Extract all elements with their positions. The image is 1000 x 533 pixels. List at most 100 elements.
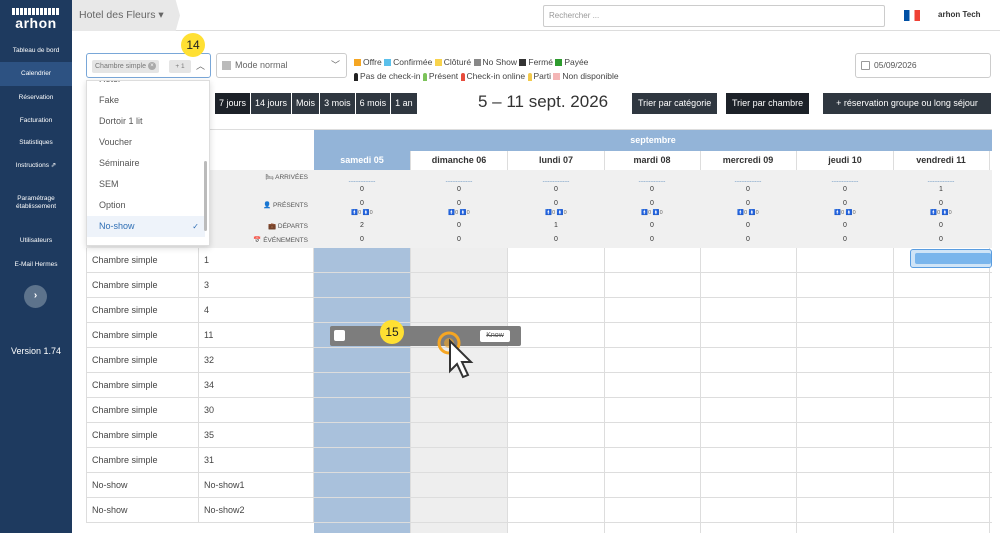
room-number: No-show2 xyxy=(199,498,314,523)
day-header[interactable]: samedi 05 xyxy=(314,151,411,170)
room-row: Chambre simple 31 xyxy=(86,448,992,473)
legend-swatch xyxy=(553,73,561,81)
step-badge-15: 15 xyxy=(380,320,404,344)
arhon-logo[interactable]: arhon xyxy=(12,8,60,31)
present-count: 0 xyxy=(843,200,847,207)
events-count: 0 xyxy=(939,236,943,243)
sidebar-item-reservation[interactable]: Réservation xyxy=(0,94,72,102)
dropdown-option[interactable]: Hôtel xyxy=(87,81,205,90)
legend-swatch xyxy=(384,59,392,67)
legend-label: Confirmée xyxy=(393,57,433,67)
arrivals-count: 0 xyxy=(650,186,654,193)
day-header[interactable]: mercredi 09 xyxy=(700,151,797,170)
sidebar-item-dashboard[interactable]: Tableau de bord xyxy=(0,47,72,55)
legend-item: Fermé xyxy=(519,57,555,67)
sidebar-item-instructions[interactable]: Instructions ⇗ xyxy=(0,162,72,170)
settings-label-1: Paramétrage xyxy=(17,195,55,202)
sidebar-item-billing[interactable]: Facturation xyxy=(0,117,72,125)
mode-select[interactable]: Mode normal ﹀ xyxy=(216,53,347,78)
legend-swatch xyxy=(519,59,527,67)
arrivals-link[interactable]: ---------------- xyxy=(604,180,700,185)
dropdown-option[interactable]: Option xyxy=(87,195,205,216)
room-number: 11 xyxy=(199,323,314,348)
arrivals-link[interactable]: ---------------- xyxy=(411,180,507,185)
expand-sidebar-button[interactable]: › xyxy=(24,285,47,308)
room-row: No-show No-show2 xyxy=(86,498,992,523)
dropdown-option[interactable]: Fake xyxy=(87,90,205,111)
day-header[interactable]: vendredi 11 xyxy=(893,151,990,170)
arrivals-link[interactable]: ---------------- xyxy=(700,180,796,185)
sidebar-item-users[interactable]: Utilisateurs xyxy=(0,237,72,245)
dragged-item[interactable]: Know xyxy=(330,326,521,346)
dropdown-option[interactable]: No-show ✓ xyxy=(87,216,205,237)
legend-swatch xyxy=(354,59,361,67)
day-header[interactable]: jeudi 10 xyxy=(797,151,894,170)
present-split: 🚹0 🚺0 xyxy=(448,210,470,216)
room-category: Chambre simple xyxy=(86,423,199,448)
sort-by-category-button[interactable]: Trier par catégorie xyxy=(632,93,718,114)
tab-1-year[interactable]: 1 an xyxy=(391,93,417,114)
tab-3-months[interactable]: 3 mois xyxy=(320,93,355,114)
room-number: 32 xyxy=(199,348,314,373)
dropdown-option[interactable]: Voucher xyxy=(87,132,205,153)
sidebar-item-calendar[interactable]: Calendrier xyxy=(0,62,72,86)
category-tag-label: Chambre simple xyxy=(95,63,146,70)
present-count: 0 xyxy=(360,200,364,207)
logo-top xyxy=(12,8,60,15)
chevron-up-icon[interactable]: ︿ xyxy=(196,59,205,72)
group-reservation-button[interactable]: + réservation groupe ou long séjour xyxy=(823,93,991,114)
sort-by-room-button[interactable]: Trier par chambre xyxy=(726,93,810,114)
search-input[interactable]: Rechercher ... xyxy=(543,5,885,27)
day-header[interactable]: dimanche 06 xyxy=(411,151,508,170)
day-header[interactable]: mardi 08 xyxy=(604,151,701,170)
tab-7-days[interactable]: 7 jours xyxy=(215,93,251,114)
legend-item: Non disponible xyxy=(553,71,619,81)
room-category: Chambre simple xyxy=(86,373,199,398)
arrivals-link[interactable]: ---------------- xyxy=(314,180,410,185)
hotel-name: Hotel des Fleurs xyxy=(79,9,156,21)
events-count: 0 xyxy=(457,236,461,243)
user-name[interactable]: arhon Tech xyxy=(938,10,981,19)
know-tag: Know xyxy=(480,330,510,342)
departures-label-text: DÉPARTS xyxy=(277,223,308,230)
tab-6-months[interactable]: 6 mois xyxy=(355,93,391,114)
category-dropdown: HôtelFakeDortoir 1 litVoucherSéminaireSE… xyxy=(86,80,210,246)
more-count-badge: + 1 xyxy=(169,60,191,73)
calendar-icon xyxy=(861,61,870,70)
dropdown-option[interactable]: Séminaire xyxy=(87,153,205,174)
date-field[interactable]: 05/09/2026 xyxy=(855,53,991,78)
arrivals-link[interactable]: ---------------- xyxy=(797,180,893,185)
events-label-text: ÉVÉNEMENTS xyxy=(263,237,308,244)
present-split: 🚹0 🚺0 xyxy=(545,210,567,216)
external-link-icon: ⇗ xyxy=(50,162,57,169)
sidebar-item-settings[interactable]: Paramétrage établissement xyxy=(0,195,72,211)
legend-item: Offre xyxy=(354,57,384,67)
sidebar-item-email[interactable]: E-Mail Hermes xyxy=(0,261,72,269)
sidebar-item-statistics[interactable]: Statistiques xyxy=(0,139,72,147)
reservation-bar[interactable] xyxy=(910,249,992,268)
arrivals-link[interactable]: ---------------- xyxy=(893,180,989,185)
legend-item: Payée xyxy=(555,57,588,67)
arrivals-link[interactable]: ---------------- xyxy=(508,180,604,185)
remove-tag-icon[interactable]: × xyxy=(147,62,156,71)
dropdown-option[interactable]: Dortoir 1 lit xyxy=(87,111,205,132)
room-row: Chambre simple 4 xyxy=(86,298,992,323)
day-header[interactable]: lundi 07 xyxy=(508,151,605,170)
tab-month[interactable]: Mois xyxy=(292,93,320,114)
departures-count: 0 xyxy=(843,222,847,229)
room-row: Chambre simple 35 xyxy=(86,423,992,448)
legend-swatch xyxy=(473,59,481,67)
drag-checkbox[interactable] xyxy=(334,330,345,341)
room-row: Chambre simple 34 xyxy=(86,373,992,398)
legend-label: Clôturé xyxy=(443,57,472,67)
dropdown-option[interactable]: SEM xyxy=(87,174,205,195)
hotel-selector[interactable]: Hotel des Fleurs ▾ xyxy=(72,0,180,31)
legend-swatch xyxy=(434,59,442,67)
check-icon: ✓ xyxy=(192,222,199,231)
dropdown-scrollbar[interactable] xyxy=(204,161,207,231)
tab-14-days[interactable]: 14 jours xyxy=(251,93,292,114)
present-label-text: PRÉSENTS xyxy=(272,202,308,209)
room-category: No-show xyxy=(86,473,199,498)
french-flag-icon[interactable] xyxy=(904,10,920,21)
person-icon xyxy=(422,72,427,81)
